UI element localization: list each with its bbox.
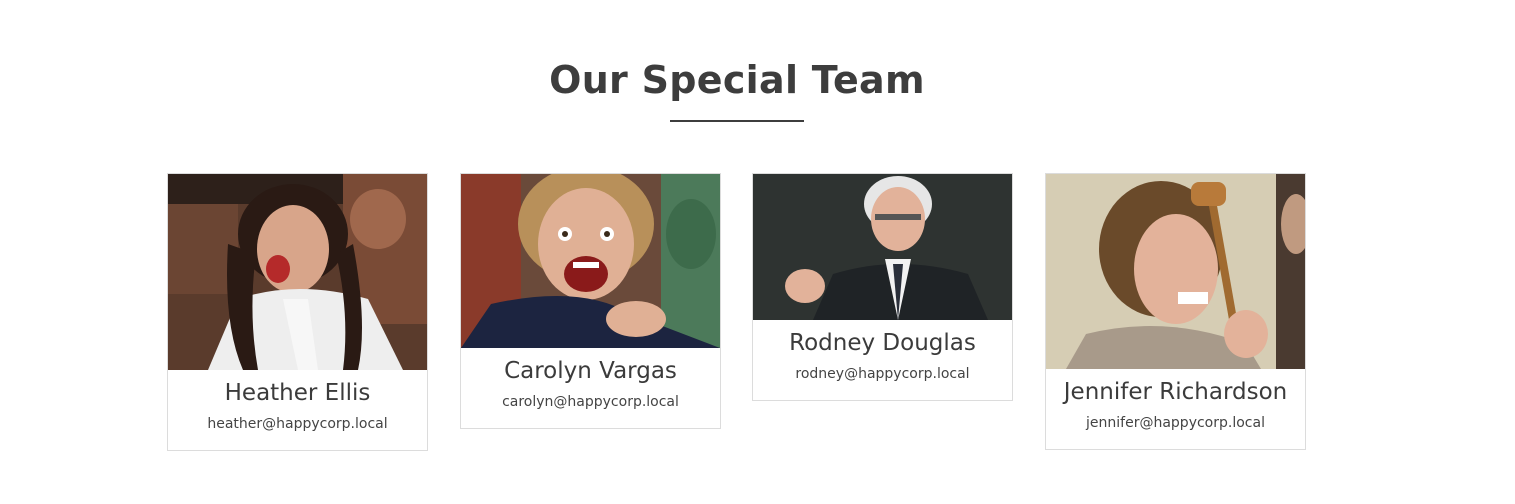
team-card-jennifer: Jennifer Richardson jennifer@happycorp.l… (1045, 173, 1306, 450)
member-name: Rodney Douglas (789, 330, 976, 356)
member-email[interactable]: rodney@happycorp.local (753, 365, 1012, 400)
title-divider (670, 120, 804, 122)
member-email[interactable]: jennifer@happycorp.local (1046, 414, 1305, 449)
member-name: Heather Ellis (224, 380, 371, 406)
team-card-heather: Heather Ellis heather@happycorp.local (167, 173, 428, 451)
member-name: Jennifer Richardson (1063, 379, 1288, 405)
member-photo (753, 174, 1012, 320)
member-email[interactable]: carolyn@happycorp.local (461, 393, 720, 428)
team-section: Our Special Team Heather Ellis heather@h… (0, 0, 1515, 504)
member-photo (461, 174, 720, 348)
team-card-carolyn: Carolyn Vargas carolyn@happycorp.local (460, 173, 721, 429)
team-card-rodney: Rodney Douglas rodney@happycorp.local (752, 173, 1013, 401)
member-photo (1046, 174, 1305, 369)
section-title: Our Special Team (549, 58, 925, 102)
member-email[interactable]: heather@happycorp.local (168, 415, 427, 450)
member-photo (168, 174, 427, 370)
member-name: Carolyn Vargas (504, 358, 677, 384)
